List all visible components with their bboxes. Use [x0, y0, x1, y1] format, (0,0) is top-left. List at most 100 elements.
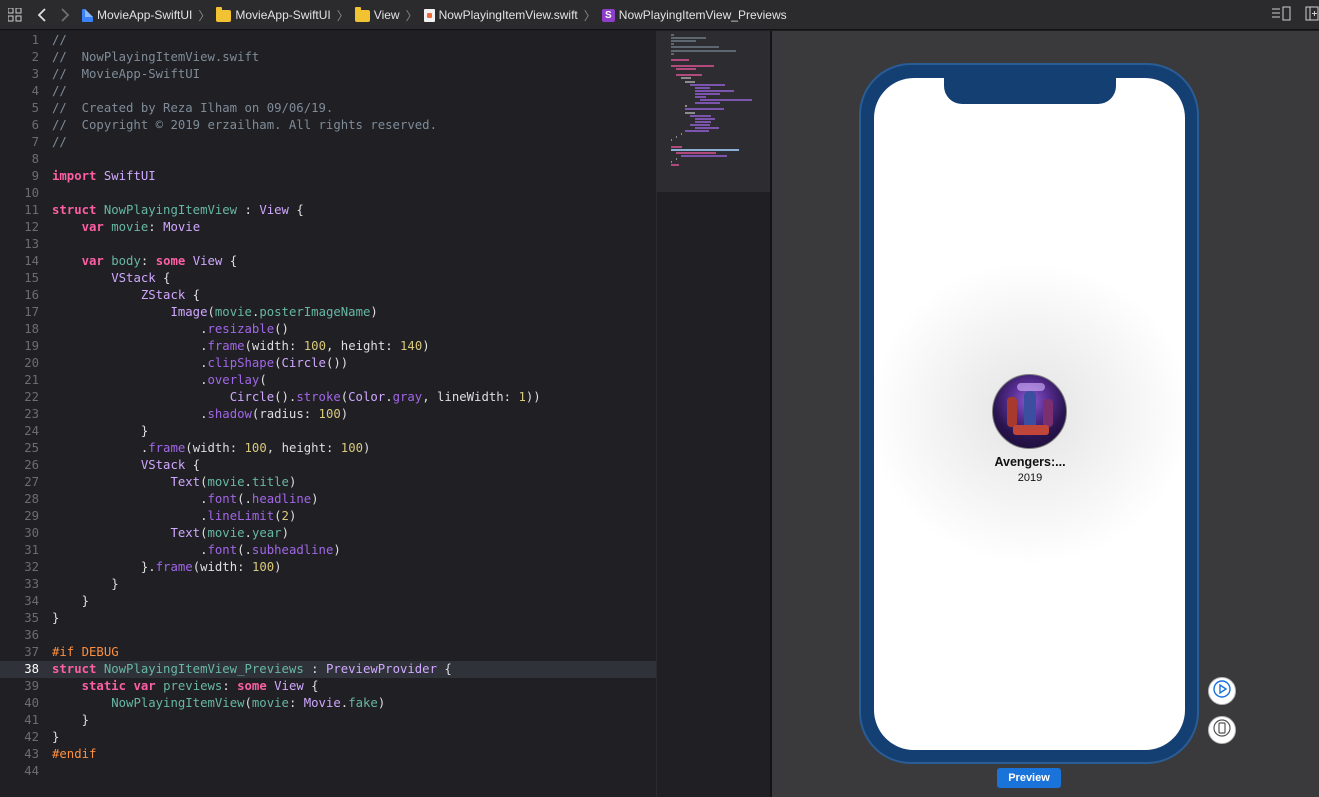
source-editor[interactable]: 1 // 2 // NowPlayingItemView.swift 3 // Movie… [0, 31, 656, 797]
code-line[interactable]: 9 import SwiftUI [0, 168, 656, 185]
preview-button[interactable]: Preview [997, 768, 1061, 788]
line-number: 4 [31, 84, 39, 98]
code-line[interactable]: 35} [0, 610, 656, 627]
minimap-line [671, 65, 714, 67]
breadcrumb-separator: 〉 [583, 8, 596, 23]
code-text: } [52, 577, 119, 591]
code-line[interactable]: 15 VStack { [0, 270, 656, 287]
code-line[interactable]: 31 .font(.subheadline) [0, 542, 656, 559]
code-line[interactable]: 42} [0, 729, 656, 746]
code-text: Circle().stroke(Color.gray, lineWidth: 1… [229, 390, 541, 404]
device-notch [944, 78, 1116, 104]
minimap-line [695, 120, 712, 123]
line-number: 26 [24, 458, 39, 472]
minimap-line [695, 127, 719, 129]
minimap[interactable] [656, 31, 771, 797]
device-preview-button[interactable] [1208, 716, 1236, 744]
code-text: }.frame(width: 100) [52, 560, 282, 574]
line-number: 28 [24, 492, 39, 506]
minimap-line [675, 151, 716, 154]
code-line[interactable]: 36 [0, 627, 656, 644]
code-line[interactable]: 32 }.frame(width: 100) [0, 559, 656, 576]
code-text: // Created by Reza Ilham on 09/06/19. [52, 101, 334, 115]
breadcrumb-separator: 〉 [405, 8, 418, 23]
code-line[interactable]: 38 struct NowPlayingItemView_Previews : P… [0, 661, 656, 678]
code-line[interactable]: 40 NowPlayingItemView(movie: Movie.fake) [0, 695, 656, 712]
code-line[interactable]: 1 // [0, 32, 656, 49]
line-number: 35 [24, 611, 39, 625]
code-text: #endif [52, 747, 97, 761]
code-line[interactable]: 13 [0, 236, 656, 253]
line-number: 44 [24, 764, 39, 778]
code-line[interactable]: 4 // [0, 83, 656, 100]
code-line[interactable]: 2 // NowPlayingItemView.swift [0, 49, 656, 66]
breadcrumb-symbol[interactable]: S NowPlayingItemView_Previews [601, 8, 787, 22]
code-line[interactable]: 3 // MovieApp-SwiftUI [0, 66, 656, 83]
movie-title: Avengers:... [994, 455, 1066, 469]
grid-icon[interactable] [8, 8, 22, 22]
code-line[interactable]: 8 [0, 151, 656, 168]
minimap-line [690, 83, 726, 86]
code-line[interactable]: 26 VStack { [0, 457, 656, 474]
minimap-line [695, 92, 720, 95]
code-text: var movie: Movie [81, 220, 201, 234]
code-line[interactable]: 25 .frame(width: 100, height: 100) [0, 440, 656, 457]
live-preview-button[interactable] [1208, 677, 1236, 705]
code-line[interactable]: 7 // [0, 134, 656, 151]
code-line[interactable]: 20 .clipShape(Circle()) [0, 355, 656, 372]
line-number: 19 [24, 339, 39, 353]
code-line[interactable]: 39 static var previews: some View { [0, 678, 656, 695]
breadcrumb-project[interactable]: MovieApp-SwiftUI [82, 8, 192, 22]
line-number: 17 [24, 305, 39, 319]
breadcrumb-group[interactable]: MovieApp-SwiftUI [216, 7, 331, 22]
code-line[interactable]: 27 Text(movie.title) [0, 474, 656, 491]
code-text: struct NowPlayingItemView : View { [52, 203, 304, 217]
code-line[interactable]: 23 .shadow(radius: 100) [0, 406, 656, 423]
line-number: 32 [24, 560, 39, 574]
code-line[interactable]: 16 ZStack { [0, 287, 656, 304]
back-arrow-icon[interactable] [35, 6, 49, 24]
code-line[interactable]: 41 } [0, 712, 656, 729]
add-editor-icon[interactable] [1305, 6, 1319, 25]
line-number: 33 [24, 577, 39, 591]
code-line[interactable]: 37 #if DEBUG [0, 644, 656, 661]
minimap-line [699, 99, 753, 102]
code-line[interactable]: 30 Text(movie.year) [0, 525, 656, 542]
code-line[interactable]: 18 .resizable() [0, 321, 656, 338]
code-text: // [52, 84, 67, 98]
code-line[interactable]: 21 .overlay( [0, 372, 656, 389]
line-number: 25 [24, 441, 39, 455]
breadcrumb-file[interactable]: NowPlayingItemView.swift [423, 8, 578, 22]
code-line[interactable]: 33 } [0, 576, 656, 593]
editor-options-icon[interactable] [1271, 6, 1291, 25]
minimap-line [695, 86, 710, 89]
code-line[interactable]: 43 #endif [0, 746, 656, 763]
code-line[interactable]: 28 .font(.headline) [0, 491, 656, 508]
minimap-visible-region[interactable] [657, 31, 771, 192]
breadcrumb-view-folder[interactable]: View [354, 7, 400, 22]
minimap-line [695, 102, 720, 105]
code-line[interactable]: 14 var body: some View { [0, 253, 656, 270]
code-line[interactable]: 10 [0, 185, 656, 202]
code-text: .lineLimit(2) [52, 509, 297, 523]
line-number: 23 [24, 407, 39, 421]
code-text: } [52, 713, 90, 727]
code-line[interactable]: 22 Circle().stroke(Color.gray, lineWidth… [0, 389, 656, 406]
code-line[interactable]: 44 [0, 763, 656, 780]
code-line[interactable]: 6 // Copyright © 2019 erzailham. All righ… [0, 117, 656, 134]
minimap-line [671, 58, 689, 61]
code-line[interactable]: 34 } [0, 593, 656, 610]
code-text: Image(movie.posterImageName) [170, 305, 378, 319]
forward-arrow-icon[interactable] [58, 6, 72, 24]
code-line[interactable]: 12 var movie: Movie [0, 219, 656, 236]
code-line[interactable]: 11 struct NowPlayingItemView : View { [0, 202, 656, 219]
line-number: 2 [31, 50, 39, 64]
movie-poster [992, 374, 1067, 449]
movie-year: 2019 [1017, 472, 1043, 484]
code-line[interactable]: 29 .lineLimit(2) [0, 508, 656, 525]
code-line[interactable]: 17 Image(movie.posterImageName) [0, 304, 656, 321]
line-number: 24 [24, 424, 39, 438]
code-line[interactable]: 24 } [0, 423, 656, 440]
code-line[interactable]: 5 // Created by Reza Ilham on 09/06/19. [0, 100, 656, 117]
code-line[interactable]: 19 .frame(width: 100, height: 140) [0, 338, 656, 355]
